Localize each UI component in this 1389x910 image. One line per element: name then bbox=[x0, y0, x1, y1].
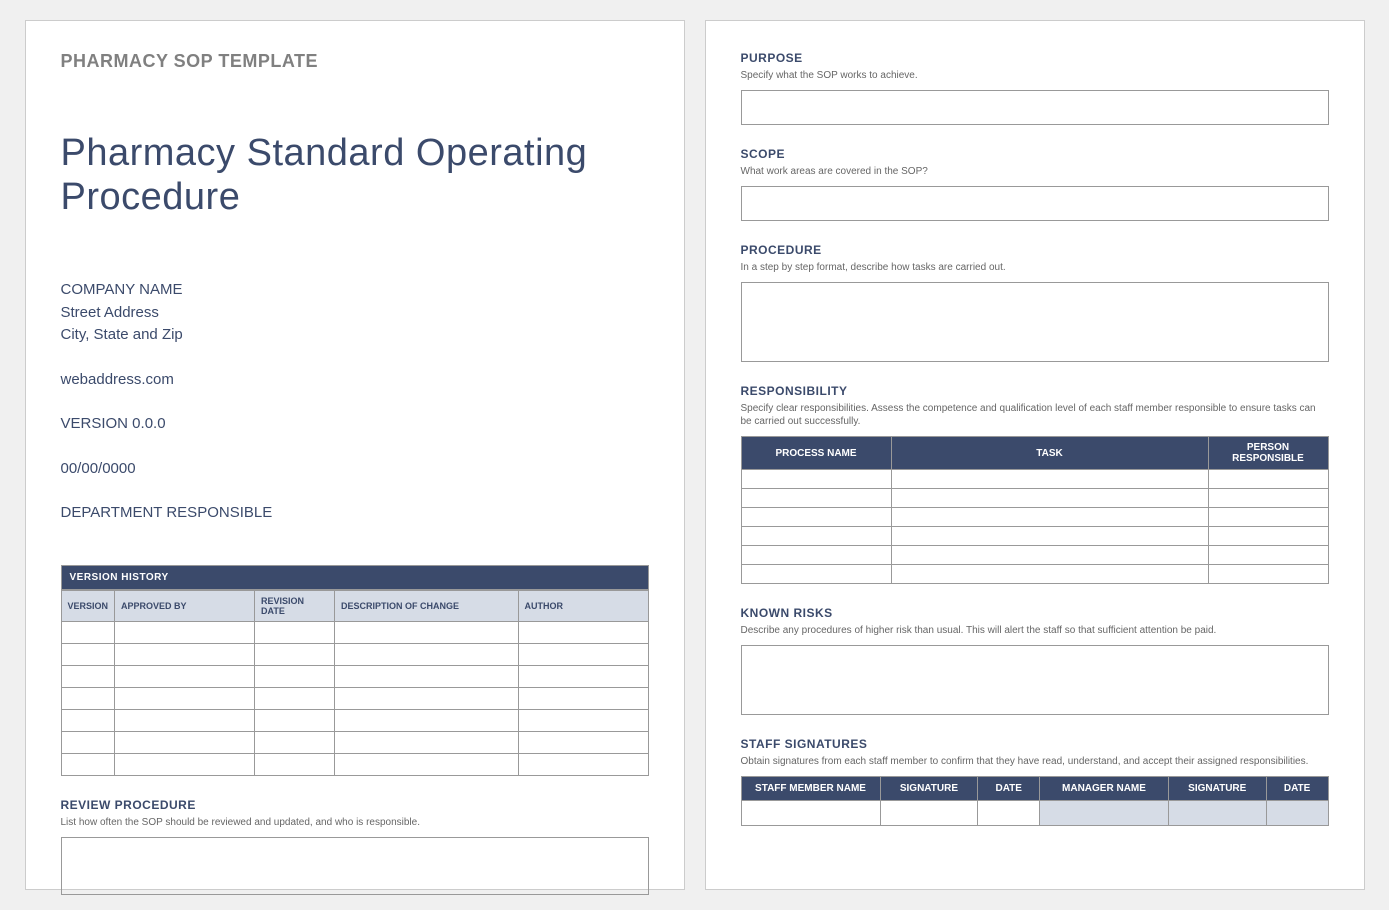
col-manager-name: MANAGER NAME bbox=[1040, 777, 1169, 801]
col-author: AUTHOR bbox=[518, 590, 648, 621]
purpose-input[interactable] bbox=[741, 90, 1329, 125]
col-manager-signature: SIGNATURE bbox=[1168, 777, 1266, 801]
col-approved-by: APPROVED BY bbox=[115, 590, 255, 621]
page-2: PURPOSE Specify what the SOP works to ac… bbox=[705, 20, 1365, 890]
review-procedure-heading: REVIEW PROCEDURE bbox=[61, 798, 649, 812]
review-procedure-desc: List how often the SOP should be reviewe… bbox=[61, 816, 649, 829]
table-row bbox=[61, 665, 648, 687]
company-name: COMPANY NAME bbox=[61, 279, 649, 302]
version-history-table: VERSION APPROVED BY REVISION DATE DESCRI… bbox=[61, 590, 649, 776]
signatures-table: STAFF MEMBER NAME SIGNATURE DATE MANAGER… bbox=[741, 776, 1329, 826]
table-row bbox=[61, 687, 648, 709]
purpose-desc: Specify what the SOP works to achieve. bbox=[741, 69, 1329, 82]
col-staff-signature: SIGNATURE bbox=[880, 777, 978, 801]
table-header-row: STAFF MEMBER NAME SIGNATURE DATE MANAGER… bbox=[741, 777, 1328, 801]
company-info-block: COMPANY NAME Street Address City, State … bbox=[61, 279, 649, 525]
col-task: TASK bbox=[891, 437, 1208, 470]
table-row bbox=[741, 527, 1328, 546]
procedure-input[interactable] bbox=[741, 282, 1329, 362]
table-row bbox=[741, 489, 1328, 508]
table-header-row: VERSION APPROVED BY REVISION DATE DESCRI… bbox=[61, 590, 648, 621]
date-label: 00/00/0000 bbox=[61, 458, 649, 481]
table-row bbox=[741, 565, 1328, 584]
col-process-name: PROCESS NAME bbox=[741, 437, 891, 470]
department-label: DEPARTMENT RESPONSIBLE bbox=[61, 502, 649, 525]
template-header: PHARMACY SOP TEMPLATE bbox=[61, 51, 649, 72]
col-staff-name: STAFF MEMBER NAME bbox=[741, 777, 880, 801]
version-history-title: VERSION HISTORY bbox=[61, 565, 649, 590]
table-row bbox=[741, 546, 1328, 565]
scope-input[interactable] bbox=[741, 186, 1329, 221]
table-row bbox=[61, 643, 648, 665]
procedure-heading: PROCEDURE bbox=[741, 243, 1329, 257]
table-row bbox=[61, 753, 648, 775]
version-label: VERSION 0.0.0 bbox=[61, 413, 649, 436]
table-header-row: PROCESS NAME TASK PERSON RESPONSIBLE bbox=[741, 437, 1328, 470]
document-title: Pharmacy Standard Operating Procedure bbox=[61, 132, 649, 219]
table-row bbox=[61, 621, 648, 643]
page-1: PHARMACY SOP TEMPLATE Pharmacy Standard … bbox=[25, 20, 685, 890]
table-row bbox=[61, 731, 648, 753]
responsibility-desc: Specify clear responsibilities. Assess t… bbox=[741, 402, 1329, 428]
scope-heading: SCOPE bbox=[741, 147, 1329, 161]
responsibility-heading: RESPONSIBILITY bbox=[741, 384, 1329, 398]
table-row bbox=[741, 470, 1328, 489]
table-row bbox=[61, 709, 648, 731]
known-risks-input[interactable] bbox=[741, 645, 1329, 715]
city-state-zip: City, State and Zip bbox=[61, 324, 649, 347]
table-row bbox=[741, 508, 1328, 527]
review-procedure-input[interactable] bbox=[61, 837, 649, 895]
col-version: VERSION bbox=[61, 590, 115, 621]
staff-signatures-heading: STAFF SIGNATURES bbox=[741, 737, 1329, 751]
col-description: DESCRIPTION OF CHANGE bbox=[335, 590, 518, 621]
responsibility-table: PROCESS NAME TASK PERSON RESPONSIBLE bbox=[741, 436, 1329, 584]
procedure-desc: In a step by step format, describe how t… bbox=[741, 261, 1329, 274]
col-staff-date: DATE bbox=[978, 777, 1040, 801]
col-manager-date: DATE bbox=[1266, 777, 1328, 801]
known-risks-desc: Describe any procedures of higher risk t… bbox=[741, 624, 1329, 637]
scope-desc: What work areas are covered in the SOP? bbox=[741, 165, 1329, 178]
purpose-heading: PURPOSE bbox=[741, 51, 1329, 65]
table-row bbox=[741, 801, 1328, 826]
street-address: Street Address bbox=[61, 302, 649, 325]
known-risks-heading: KNOWN RISKS bbox=[741, 606, 1329, 620]
col-revision-date: REVISION DATE bbox=[255, 590, 335, 621]
web-address: webaddress.com bbox=[61, 369, 649, 392]
staff-signatures-desc: Obtain signatures from each staff member… bbox=[741, 755, 1329, 768]
col-person-responsible: PERSON RESPONSIBLE bbox=[1208, 437, 1328, 470]
